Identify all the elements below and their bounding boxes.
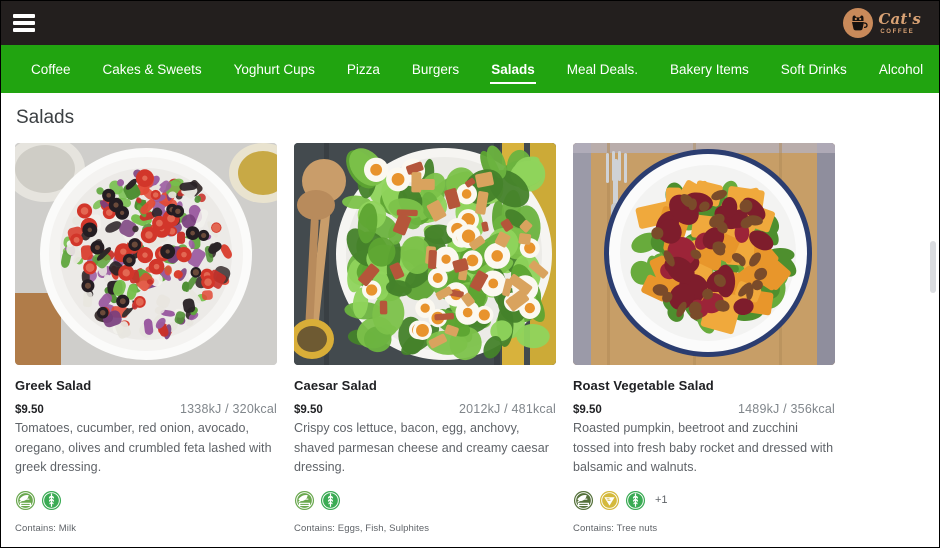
brand-logo[interactable]: Cat's COFFEE bbox=[843, 8, 921, 38]
page-title: Salads bbox=[16, 107, 75, 128]
allergen-text: Contains: Eggs, Fish, Sulphites bbox=[294, 522, 430, 534]
dietary-badge-group bbox=[294, 490, 556, 511]
roast-vegetable-salad-photo[interactable] bbox=[573, 143, 835, 365]
product-card-grid: Greek Salad $9.50 1338kJ / 320kcal Tomatoes… bbox=[15, 143, 925, 534]
nav-item-soft-drinks[interactable]: Soft Drinks bbox=[765, 45, 863, 93]
product-meta-row: $9.50 1338kJ / 320kcal bbox=[15, 402, 277, 416]
product-meta-row: $9.50 2012kJ / 481kcal bbox=[294, 402, 556, 416]
product-meta-row: $9.50 1489kJ / 356kcal bbox=[573, 402, 835, 416]
cat-cup-icon bbox=[843, 8, 874, 38]
gluten-free-badge[interactable] bbox=[625, 490, 646, 511]
category-nav-bar: Coffee Cakes & Sweets Yoghurt Cups Pizza Bur… bbox=[1, 45, 939, 93]
nav-item-alcohol[interactable]: Alcohol bbox=[863, 45, 939, 93]
hamburger-bar bbox=[13, 21, 35, 25]
product-card[interactable]: Caesar Salad $9.50 2012kJ / 481kcal Crispy … bbox=[294, 143, 556, 534]
hamburger-bar bbox=[13, 28, 35, 32]
vegan-badge[interactable] bbox=[599, 490, 620, 511]
nav-item-list: Coffee Cakes & Sweets Yoghurt Cups Pizza Bur… bbox=[15, 45, 939, 93]
product-title: Caesar Salad bbox=[294, 378, 377, 393]
nav-item-pizza[interactable]: Pizza bbox=[331, 45, 396, 93]
product-card[interactable]: Roast Vegetable Salad $9.50 1489kJ / 356kc… bbox=[573, 143, 835, 534]
allergen-text: Contains: Milk bbox=[15, 522, 77, 534]
nav-item-yoghurt-cups[interactable]: Yoghurt Cups bbox=[218, 45, 331, 93]
nav-item-cakes-sweets[interactable]: Cakes & Sweets bbox=[87, 45, 218, 93]
hamburger-menu-icon[interactable] bbox=[11, 12, 37, 34]
product-price: $9.50 bbox=[573, 404, 602, 416]
vegetarian-badge[interactable] bbox=[573, 490, 594, 511]
more-badges-label[interactable]: +1 bbox=[655, 494, 668, 506]
product-price: $9.50 bbox=[15, 404, 44, 416]
greek-salad-photo[interactable] bbox=[15, 143, 277, 365]
product-description: Crispy cos lettuce, bacon, egg, anchovy,… bbox=[294, 421, 549, 474]
vegetarian-badge[interactable] bbox=[294, 490, 315, 511]
brand-name: Cat's bbox=[878, 9, 921, 28]
dietary-badge-group: +1 bbox=[573, 490, 835, 511]
caesar-salad-photo[interactable] bbox=[294, 143, 556, 365]
allergen-text: Contains: Tree nuts bbox=[573, 522, 658, 534]
vegetarian-badge[interactable] bbox=[15, 490, 36, 511]
nav-item-bakery-items[interactable]: Bakery Items bbox=[654, 45, 765, 93]
content-area: Salads Greek Salad $9.50 1338kJ / 320kcal T… bbox=[1, 93, 939, 547]
product-price: $9.50 bbox=[294, 404, 323, 416]
gluten-free-badge[interactable] bbox=[41, 490, 62, 511]
product-energy: 1338kJ / 320kcal bbox=[179, 402, 277, 416]
nav-item-salads[interactable]: Salads bbox=[475, 45, 551, 93]
dietary-badge-group bbox=[15, 490, 277, 511]
vertical-scrollbar[interactable] bbox=[930, 241, 936, 293]
product-description: Tomatoes, cucumber, red onion, avocado, … bbox=[15, 421, 272, 474]
product-energy: 2012kJ / 481kcal bbox=[458, 402, 556, 416]
product-energy: 1489kJ / 356kcal bbox=[737, 402, 835, 416]
app-window: Cat's COFFEE Coffee Cakes & Sweets Yoghurt… bbox=[0, 0, 940, 548]
nav-item-burgers[interactable]: Burgers bbox=[396, 45, 475, 93]
nav-item-meal-deals[interactable]: Meal Deals. bbox=[551, 45, 654, 93]
nav-item-coffee[interactable]: Coffee bbox=[15, 45, 87, 93]
product-card[interactable]: Greek Salad $9.50 1338kJ / 320kcal Tomatoes… bbox=[15, 143, 277, 534]
gluten-free-badge[interactable] bbox=[320, 490, 341, 511]
product-title: Greek Salad bbox=[15, 378, 92, 393]
product-title: Roast Vegetable Salad bbox=[573, 378, 714, 393]
brand-text: Cat's COFFEE bbox=[878, 9, 921, 35]
hamburger-bar bbox=[13, 14, 35, 18]
product-description: Roasted pumpkin, beetroot and zucchini t… bbox=[573, 421, 834, 474]
top-bar: Cat's COFFEE bbox=[1, 1, 939, 45]
brand-subtitle: COFFEE bbox=[880, 28, 915, 35]
